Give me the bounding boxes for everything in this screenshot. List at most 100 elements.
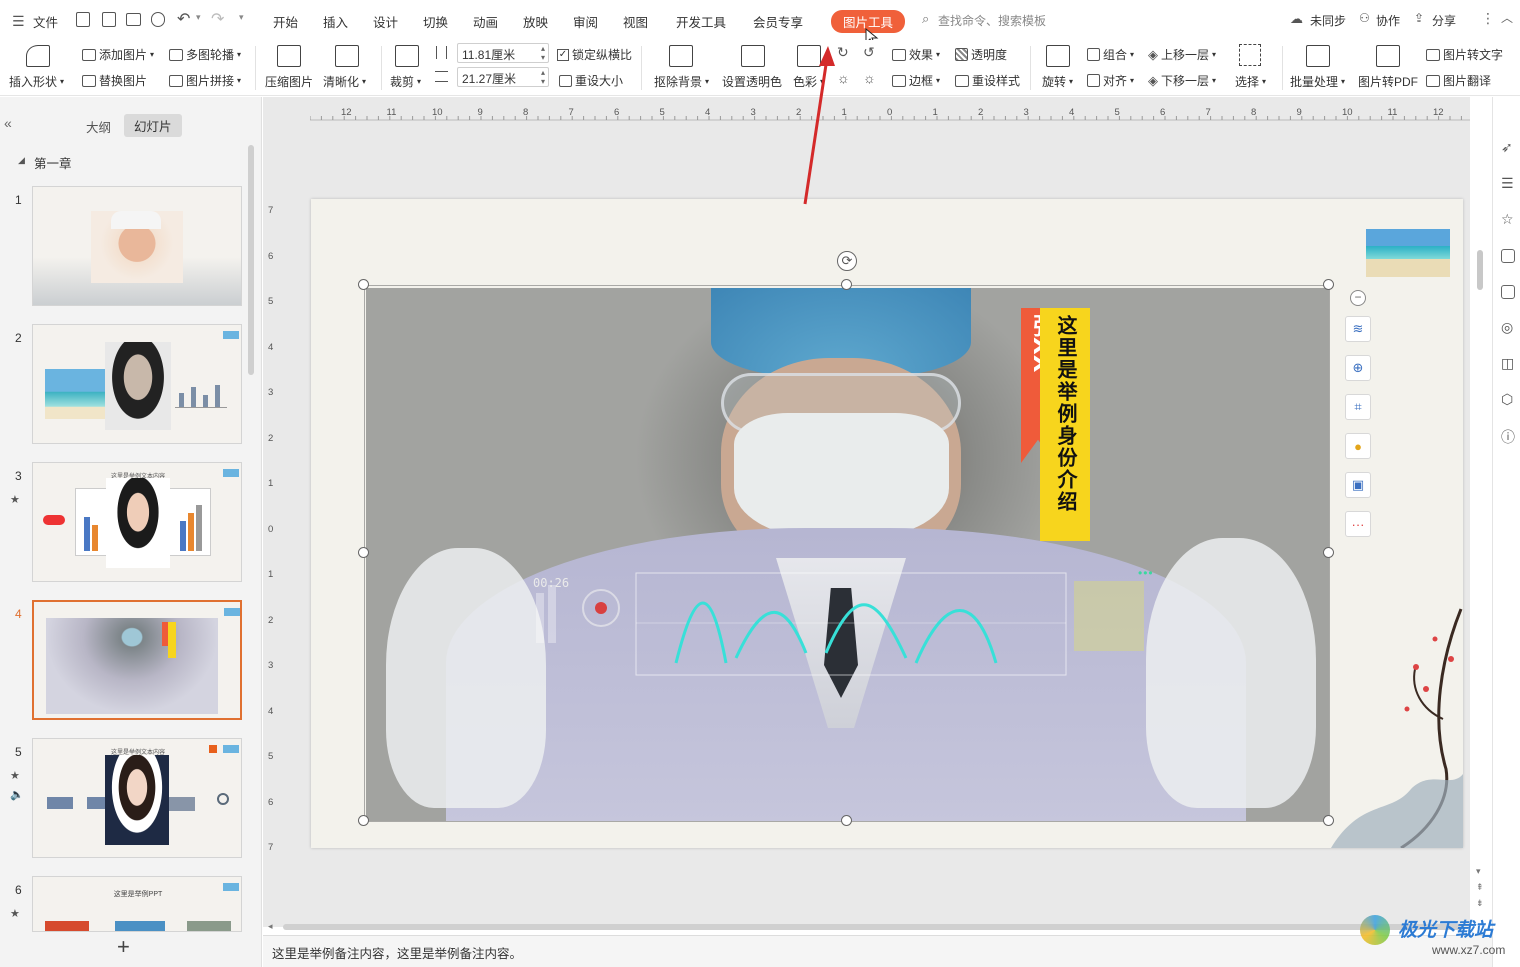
compress-button[interactable]: 压缩图片 xyxy=(265,73,313,90)
command-search[interactable]: 查找命令、搜索模板 xyxy=(938,12,1046,29)
picture-icon[interactable] xyxy=(1501,285,1515,299)
print-icon[interactable] xyxy=(126,13,141,26)
sync-status[interactable]: 未同步 xyxy=(1310,12,1346,29)
save-icon[interactable] xyxy=(76,12,90,27)
resize-handle-sw[interactable] xyxy=(358,815,369,826)
set-transparent-color-button[interactable]: 设置透明色 xyxy=(722,73,782,90)
slide-thumbnail[interactable] xyxy=(32,324,242,444)
resize-handle-n[interactable] xyxy=(841,279,852,290)
copy-icon[interactable] xyxy=(1501,249,1515,263)
scientist-picture[interactable]: 00:26 ••• 张XX 这里是举例身份介绍 xyxy=(366,288,1329,821)
help-icon[interactable]: ⓘ xyxy=(1501,427,1515,447)
tab-developer[interactable]: 开发工具 xyxy=(676,12,726,31)
tab-home[interactable]: 开始 xyxy=(273,12,298,31)
tab-insert[interactable]: 插入 xyxy=(323,12,348,31)
tab-view[interactable]: 视图 xyxy=(623,12,648,31)
picture-translate-button[interactable]: 图片翻译 xyxy=(1426,72,1491,89)
picture-to-text-button[interactable]: 图片转文字 xyxy=(1426,46,1503,63)
zoom-icon[interactable]: ⊕ xyxy=(1345,355,1371,381)
tab-slides[interactable]: 幻灯片 xyxy=(124,114,182,137)
collapse-tools-icon[interactable]: − xyxy=(1350,290,1366,306)
panel-scrollbar[interactable] xyxy=(248,145,254,375)
vertical-scrollbar[interactable]: ▾ ⇞ ⇟ xyxy=(1475,104,1485,924)
add-slide-button[interactable]: + xyxy=(117,934,130,960)
rotate-handle-icon[interactable]: ⟳ xyxy=(837,251,857,271)
book-icon[interactable]: ◫ xyxy=(1501,355,1514,372)
settings-sliders-icon[interactable]: ☰ xyxy=(1501,175,1514,192)
layers-icon[interactable]: ≋ xyxy=(1345,316,1371,342)
horizontal-scrollbar[interactable]: ◂ xyxy=(265,921,1470,932)
location-icon[interactable]: ◎ xyxy=(1501,319,1513,336)
cube-icon[interactable]: ⬡ xyxy=(1501,391,1513,408)
tab-outline[interactable]: 大纲 xyxy=(86,117,111,136)
rotate-right-icon[interactable]: ↺ xyxy=(863,44,875,61)
lock-ratio-checkbox[interactable]: ✓ 锁定纵横比 xyxy=(557,46,632,63)
tab-review[interactable]: 审阅 xyxy=(573,12,598,31)
resize-handle-nw[interactable] xyxy=(358,279,369,290)
tab-transitions[interactable]: 切换 xyxy=(423,12,448,31)
replace-picture-button[interactable]: 替换图片 xyxy=(82,72,147,89)
bring-forward-button[interactable]: ◈ 上移一层 ▾ xyxy=(1148,46,1216,63)
group-button[interactable]: 组合 ▾ xyxy=(1087,46,1134,63)
height-input[interactable]: 11.81厘米 ▴ ▾ xyxy=(457,43,549,63)
multi-carousel-button[interactable]: 多图轮播 ▾ xyxy=(169,46,241,63)
brightness-up-icon[interactable]: ☼ xyxy=(837,70,850,86)
remove-background-button[interactable]: 抠除背景 ▾ xyxy=(654,73,709,90)
slide-thumbnail[interactable]: 这里是举例文本内容 xyxy=(32,738,242,858)
scroll-down-icon[interactable]: ▾ xyxy=(1476,866,1481,877)
align-button[interactable]: 对齐 ▾ xyxy=(1087,72,1134,89)
customize-dropdown-icon[interactable]: ▾ xyxy=(239,12,244,23)
more-icon[interactable]: ⋮ xyxy=(1481,10,1495,27)
slide-thumbnail-selected[interactable] xyxy=(32,600,242,720)
batch-process-button[interactable]: 批量处理 ▾ xyxy=(1290,73,1345,90)
reset-style-button[interactable]: 重设样式 xyxy=(955,72,1020,89)
resize-handle-ne[interactable] xyxy=(1323,279,1334,290)
more-tools-icon[interactable]: ··· xyxy=(1345,511,1371,537)
brightness-down-icon[interactable]: ☼ xyxy=(863,70,876,86)
vertical-scroll-thumb[interactable] xyxy=(1477,250,1483,290)
tab-slideshow[interactable]: 放映 xyxy=(523,12,548,31)
tab-design[interactable]: 设计 xyxy=(373,12,398,31)
crop-tool-icon[interactable]: ⌗ xyxy=(1345,394,1371,420)
width-input[interactable]: 21.27厘米 ▴ ▾ xyxy=(457,67,549,87)
collab-button[interactable]: 协作 xyxy=(1376,12,1400,29)
collapse-ribbon-icon[interactable]: ︿ xyxy=(1501,9,1513,26)
resize-handle-s[interactable] xyxy=(841,815,852,826)
send-backward-button[interactable]: ◈ 下移一层 ▾ xyxy=(1148,72,1216,89)
tab-member[interactable]: 会员专享 xyxy=(753,12,803,31)
resize-handle-se[interactable] xyxy=(1323,815,1334,826)
redo-icon[interactable]: ↷ xyxy=(211,9,224,29)
resize-handle-w[interactable] xyxy=(358,547,369,558)
idea-bulb-icon[interactable]: ● xyxy=(1345,433,1371,459)
reset-size-button[interactable]: 重设大小 xyxy=(559,72,623,89)
picture-tool-icon[interactable]: ▣ xyxy=(1345,472,1371,498)
section-collapse-icon[interactable]: ◢ xyxy=(18,155,25,166)
hamburger-icon[interactable]: ☰ xyxy=(12,13,25,30)
share-button[interactable]: 分享 xyxy=(1432,12,1456,29)
star-animation-icon[interactable]: ☆ xyxy=(1501,211,1514,228)
preview-icon[interactable] xyxy=(151,12,165,27)
collapse-panel-icon[interactable]: « xyxy=(4,115,12,131)
scroll-left-icon[interactable]: ◂ xyxy=(268,921,273,932)
page-up-icon[interactable]: ⇞ xyxy=(1476,882,1484,893)
export-icon[interactable] xyxy=(102,12,116,27)
crop-button[interactable]: 裁剪 ▾ xyxy=(390,73,421,90)
horizontal-scroll-thumb[interactable] xyxy=(283,924,1463,930)
slide-thumbnail[interactable]: 这里是举例文本内容 xyxy=(32,462,242,582)
rotate-left-icon[interactable]: ↻ xyxy=(837,44,849,61)
tab-animation[interactable]: 动画 xyxy=(473,12,498,31)
file-menu[interactable]: 文件 xyxy=(33,12,58,31)
rotate-button[interactable]: 旋转 ▾ xyxy=(1042,73,1073,90)
picture-to-pdf-button[interactable]: 图片转PDF xyxy=(1358,73,1418,90)
page-down-icon[interactable]: ⇟ xyxy=(1476,898,1484,909)
effects-button[interactable]: 效果 ▾ xyxy=(892,46,940,63)
insert-shape-button[interactable]: 插入形状 ▾ xyxy=(9,73,64,90)
add-picture-button[interactable]: 添加图片 ▾ xyxy=(82,46,154,63)
slide-thumbnail[interactable]: 这里是举例PPT xyxy=(32,876,242,932)
undo-icon[interactable]: ↶ xyxy=(177,9,190,29)
notes-pane[interactable]: 这里是举例备注内容，这里是举例备注内容。 xyxy=(263,935,1492,967)
slide-thumbnail[interactable] xyxy=(32,186,242,306)
resize-handle-e[interactable] xyxy=(1323,547,1334,558)
sharpen-button[interactable]: 清晰化 ▾ xyxy=(323,73,366,90)
undo-dropdown-icon[interactable]: ▾ xyxy=(196,12,201,23)
